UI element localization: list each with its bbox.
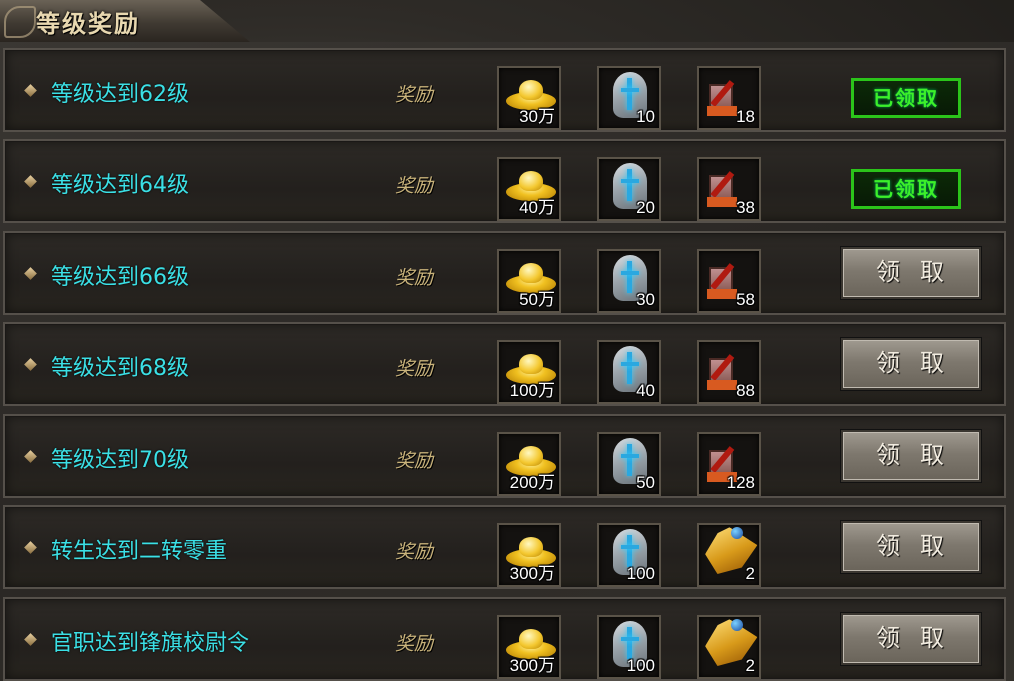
item-count: 10 bbox=[636, 107, 655, 126]
item-count: 20 bbox=[636, 198, 655, 217]
rune-stone-slot[interactable]: 100 bbox=[597, 523, 661, 587]
item-count: 128 bbox=[726, 473, 755, 492]
bullet-diamond-icon bbox=[24, 358, 37, 371]
third-item-slot[interactable]: 38 bbox=[697, 157, 761, 221]
claimed-stamp: 已领取 bbox=[851, 169, 961, 209]
item-count: 40 bbox=[636, 381, 655, 400]
row-title: 等级达到70级 bbox=[51, 448, 189, 473]
rune-stone-slot[interactable]: 50 bbox=[597, 432, 661, 496]
gold-ingot-slot[interactable]: 200万 bbox=[497, 432, 561, 496]
bullet-diamond-icon bbox=[24, 175, 37, 188]
reward-label: 奖励 bbox=[395, 175, 434, 197]
item-count: 200万 bbox=[509, 473, 555, 492]
item-count: 50 bbox=[636, 473, 655, 492]
reward-row: 等级达到70级 奖励 200万 50 128 领取 bbox=[3, 414, 1006, 498]
claim-button[interactable]: 领取 bbox=[841, 338, 981, 390]
page-title: 等级奖励 bbox=[36, 10, 140, 38]
ornament-icon bbox=[4, 6, 36, 38]
reward-label: 奖励 bbox=[395, 267, 434, 289]
item-count: 100万 bbox=[509, 381, 555, 400]
reward-label: 奖励 bbox=[395, 358, 434, 380]
reward-label: 奖励 bbox=[395, 633, 434, 655]
claim-button[interactable]: 领取 bbox=[841, 430, 981, 482]
item-count: 300万 bbox=[509, 656, 555, 675]
reward-label: 奖励 bbox=[395, 541, 434, 563]
gem-icon bbox=[731, 527, 743, 539]
reward-row: 转生达到二转零重 奖励 300万 100 2 领取 bbox=[3, 505, 1006, 589]
item-count: 18 bbox=[736, 107, 755, 126]
reward-row: 等级达到68级 奖励 100万 40 88 领取 bbox=[3, 322, 1006, 406]
reward-row: 等级达到64级 奖励 40万 20 38 已领取 bbox=[3, 139, 1006, 223]
row-title: 等级达到62级 bbox=[51, 82, 189, 107]
third-item-slot[interactable]: 58 bbox=[697, 249, 761, 313]
item-count: 40万 bbox=[519, 198, 555, 217]
third-item-slot[interactable]: 18 bbox=[697, 66, 761, 130]
third-item-slot[interactable]: 2 bbox=[697, 615, 761, 679]
reward-label: 奖励 bbox=[395, 84, 434, 106]
row-title: 等级达到66级 bbox=[51, 265, 189, 290]
item-count: 300万 bbox=[509, 564, 555, 583]
claim-button[interactable]: 领取 bbox=[841, 613, 981, 665]
bullet-diamond-icon bbox=[24, 84, 37, 97]
gold-ingot-slot[interactable]: 30万 bbox=[497, 66, 561, 130]
item-count: 2 bbox=[745, 656, 755, 675]
gold-ingot-slot[interactable]: 40万 bbox=[497, 157, 561, 221]
item-count: 100 bbox=[626, 564, 655, 583]
reward-row: 等级达到62级 奖励 30万 10 18 已领取 bbox=[3, 48, 1006, 132]
rune-stone-slot[interactable]: 10 bbox=[597, 66, 661, 130]
rune-stone-slot[interactable]: 30 bbox=[597, 249, 661, 313]
item-count: 2 bbox=[745, 564, 755, 583]
item-count: 38 bbox=[736, 198, 755, 217]
row-title: 等级达到68级 bbox=[51, 356, 189, 381]
item-count: 30 bbox=[636, 290, 655, 309]
claim-button[interactable]: 领取 bbox=[841, 521, 981, 573]
bullet-diamond-icon bbox=[24, 450, 37, 463]
row-title: 等级达到64级 bbox=[51, 173, 189, 198]
item-count: 30万 bbox=[519, 107, 555, 126]
row-title: 官职达到锋旗校尉令 bbox=[51, 631, 250, 656]
rune-stone-slot[interactable]: 100 bbox=[597, 615, 661, 679]
reward-label: 奖励 bbox=[395, 450, 434, 472]
gold-ingot-slot[interactable]: 100万 bbox=[497, 340, 561, 404]
third-item-slot[interactable]: 88 bbox=[697, 340, 761, 404]
header-tab[interactable]: 等级奖励 bbox=[0, 0, 250, 42]
bullet-diamond-icon bbox=[24, 541, 37, 554]
reward-row: 官职达到锋旗校尉令 奖励 300万 100 2 领取 bbox=[3, 597, 1006, 681]
item-count: 88 bbox=[736, 381, 755, 400]
bullet-diamond-icon bbox=[24, 267, 37, 280]
gold-ingot-slot[interactable]: 300万 bbox=[497, 523, 561, 587]
item-count: 58 bbox=[736, 290, 755, 309]
claim-button[interactable]: 领取 bbox=[841, 247, 981, 299]
reward-row: 等级达到66级 奖励 50万 30 58 领取 bbox=[3, 231, 1006, 315]
bullet-diamond-icon bbox=[24, 633, 37, 646]
rune-stone-slot[interactable]: 20 bbox=[597, 157, 661, 221]
gold-ingot-slot[interactable]: 300万 bbox=[497, 615, 561, 679]
row-title: 转生达到二转零重 bbox=[51, 539, 228, 564]
item-count: 50万 bbox=[519, 290, 555, 309]
third-item-slot[interactable]: 128 bbox=[697, 432, 761, 496]
gold-ingot-slot[interactable]: 50万 bbox=[497, 249, 561, 313]
third-item-slot[interactable]: 2 bbox=[697, 523, 761, 587]
rune-stone-slot[interactable]: 40 bbox=[597, 340, 661, 404]
claimed-stamp: 已领取 bbox=[851, 78, 961, 118]
gem-icon bbox=[731, 619, 743, 631]
item-count: 100 bbox=[626, 656, 655, 675]
